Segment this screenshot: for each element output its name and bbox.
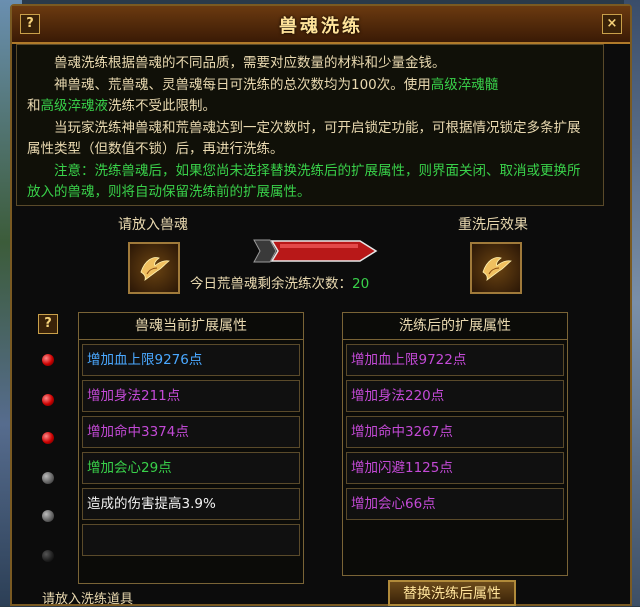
lock-toggle-6 xyxy=(42,550,54,562)
phoenix-icon xyxy=(482,257,512,281)
current-attribute-row: 造成的伤害提高3.9% xyxy=(82,488,300,520)
desc-note: 注意：洗练兽魂后，如果您尚未选择替换洗练后的扩展属性，则界面关闭、取消或更换所放… xyxy=(27,162,581,201)
progress-arrow-icon xyxy=(253,239,378,263)
refined-attribute-row: 增加会心66点 xyxy=(346,488,564,520)
current-attribute-row: 增加命中3374点 xyxy=(82,416,300,448)
lock-help-icon[interactable]: ? xyxy=(38,314,58,334)
desc-text: 洗练不受此限制。 xyxy=(108,98,216,114)
result-preview-slot xyxy=(470,242,522,294)
phoenix-icon xyxy=(140,257,170,281)
desc-para-3: 当玩家洗练神兽魂和荒兽魂达到一定次数时，可开启锁定功能，可根据情况锁定多条扩展属… xyxy=(27,119,581,158)
count-value: 20 xyxy=(352,276,370,292)
desc-para-2: 神兽魂、荒兽魂、灵兽魂每日可洗练的总次数均为100次。使用高级淬魂髓和高级淬魂液… xyxy=(27,75,593,118)
lock-toggle-5[interactable] xyxy=(42,510,54,522)
lock-toggle-4[interactable] xyxy=(42,472,54,484)
current-attribute-row xyxy=(82,524,300,556)
item-link-advanced-liquid[interactable]: 高级淬魂液 xyxy=(41,98,109,114)
replace-attributes-button[interactable]: 替换洗练后属性 xyxy=(388,580,516,606)
window-title: 兽魂洗练 xyxy=(279,16,363,37)
refined-attributes-table: 洗练后的扩展属性 增加血上限9722点 增加身法220点 增加命中3267点 增… xyxy=(342,312,568,576)
count-label: 今日荒兽魂剩余洗练次数： xyxy=(190,276,352,292)
refined-attribute-row: 增加身法220点 xyxy=(346,380,564,412)
refined-attribute-row: 增加血上限9722点 xyxy=(346,344,564,376)
title-bar[interactable]: ? 兽魂洗练 × xyxy=(12,6,630,44)
current-attribute-row: 增加身法211点 xyxy=(82,380,300,412)
lock-toggle-2[interactable] xyxy=(42,394,54,406)
beast-soul-slot[interactable] xyxy=(128,242,180,294)
current-attributes-table: 兽魂当前扩展属性 增加血上限9276点 增加身法211点 增加命中3374点 增… xyxy=(78,312,304,584)
desc-para-1: 兽魂洗练根据兽魂的不同品质，需要对应数量的材料和少量金钱。 xyxy=(54,55,446,71)
current-attribute-row: 增加会心29点 xyxy=(82,452,300,484)
item-link-advanced-marrow[interactable]: 高级淬魂髓 xyxy=(431,77,499,93)
remaining-refine-count: 今日荒兽魂剩余洗练次数：20 xyxy=(190,272,369,292)
right-slot-label: 重洗后效果 xyxy=(458,217,528,233)
description-panel: 兽魂洗练根据兽魂的不同品质，需要对应数量的材料和少量金钱。 神兽魂、荒兽魂、灵兽… xyxy=(16,44,604,206)
left-slot-label: 请放入兽魂 xyxy=(118,217,188,233)
refined-attribute-row: 增加命中3267点 xyxy=(346,416,564,448)
lock-toggle-1[interactable] xyxy=(42,354,54,366)
refine-item-label: 请放入洗练道具 xyxy=(42,592,134,607)
close-icon[interactable]: × xyxy=(602,14,622,34)
desc-text: 神兽魂、荒兽魂、灵兽魂每日可洗练的总次数均为100次。使用 xyxy=(54,76,431,93)
lock-toggle-3[interactable] xyxy=(42,432,54,444)
current-attribute-row: 增加血上限9276点 xyxy=(82,344,300,376)
refined-attribute-row: 增加闪避1125点 xyxy=(346,452,564,484)
desc-text: 和 xyxy=(27,98,41,114)
refined-attributes-header: 洗练后的扩展属性 xyxy=(343,313,567,340)
current-attributes-header: 兽魂当前扩展属性 xyxy=(79,313,303,340)
